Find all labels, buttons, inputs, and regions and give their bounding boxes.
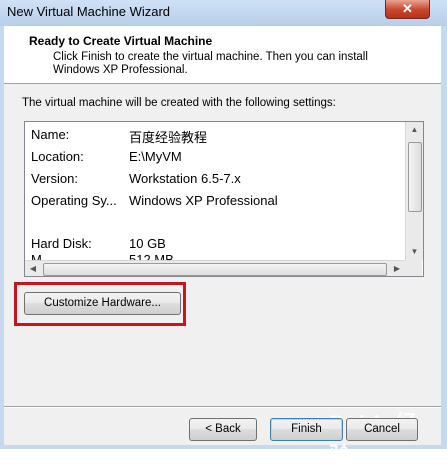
arrow-left-icon[interactable]: ◀ bbox=[25, 261, 41, 276]
vertical-scroll-thumb[interactable] bbox=[408, 142, 422, 212]
customize-hardware-button[interactable]: Customize Hardware... bbox=[24, 292, 181, 315]
finish-button[interactable]: Finish bbox=[270, 418, 343, 441]
scrollbar-corner bbox=[405, 260, 422, 276]
arrow-down-icon[interactable]: ▼ bbox=[406, 244, 423, 260]
title-bar[interactable]: New Virtual Machine Wizard ✕ bbox=[0, 0, 447, 26]
window-title: New Virtual Machine Wizard bbox=[7, 4, 171, 19]
setting-value: 百度经验教程 bbox=[129, 130, 208, 145]
vertical-scrollbar[interactable]: ▲ ▼ bbox=[405, 122, 423, 260]
close-button[interactable]: ✕ bbox=[385, 0, 430, 19]
settings-list[interactable]: Name: 百度经验教程 Location: E:\MyVM Version: … bbox=[24, 121, 424, 277]
arrow-right-icon[interactable]: ▶ bbox=[389, 261, 405, 276]
cancel-button[interactable]: Cancel bbox=[346, 418, 418, 441]
setting-value: E:\MyVM bbox=[129, 149, 182, 164]
horizontal-scroll-thumb[interactable] bbox=[43, 263, 387, 276]
setting-value: 10 GB bbox=[129, 236, 166, 251]
horizontal-scrollbar[interactable]: ◀ ▶ bbox=[25, 260, 405, 276]
arrow-up-icon[interactable]: ▲ bbox=[406, 122, 423, 138]
setting-label: Operating Sy... bbox=[31, 193, 117, 208]
close-icon: ✕ bbox=[402, 1, 413, 16]
page-title: Ready to Create Virtual Machine bbox=[29, 34, 213, 48]
wizard-body: Ready to Create Virtual Machine Click Fi… bbox=[4, 26, 441, 468]
setting-value: Workstation 6.5-7.x bbox=[129, 171, 241, 186]
setting-label: Name: bbox=[31, 127, 70, 142]
page-description: Click Finish to create the virtual machi… bbox=[53, 51, 368, 76]
setting-label: Location: bbox=[31, 149, 84, 164]
setting-label: Version: bbox=[31, 171, 78, 186]
wizard-window: New Virtual Machine Wizard ✕ Ready to Cr… bbox=[0, 0, 447, 468]
setting-value: Windows XP Professional bbox=[129, 193, 278, 208]
setting-label: Hard Disk: bbox=[31, 236, 92, 251]
back-button[interactable]: < Back bbox=[189, 418, 257, 441]
settings-intro: The virtual machine will be created with… bbox=[22, 97, 336, 109]
wizard-header: Ready to Create Virtual Machine Click Fi… bbox=[4, 26, 441, 84]
